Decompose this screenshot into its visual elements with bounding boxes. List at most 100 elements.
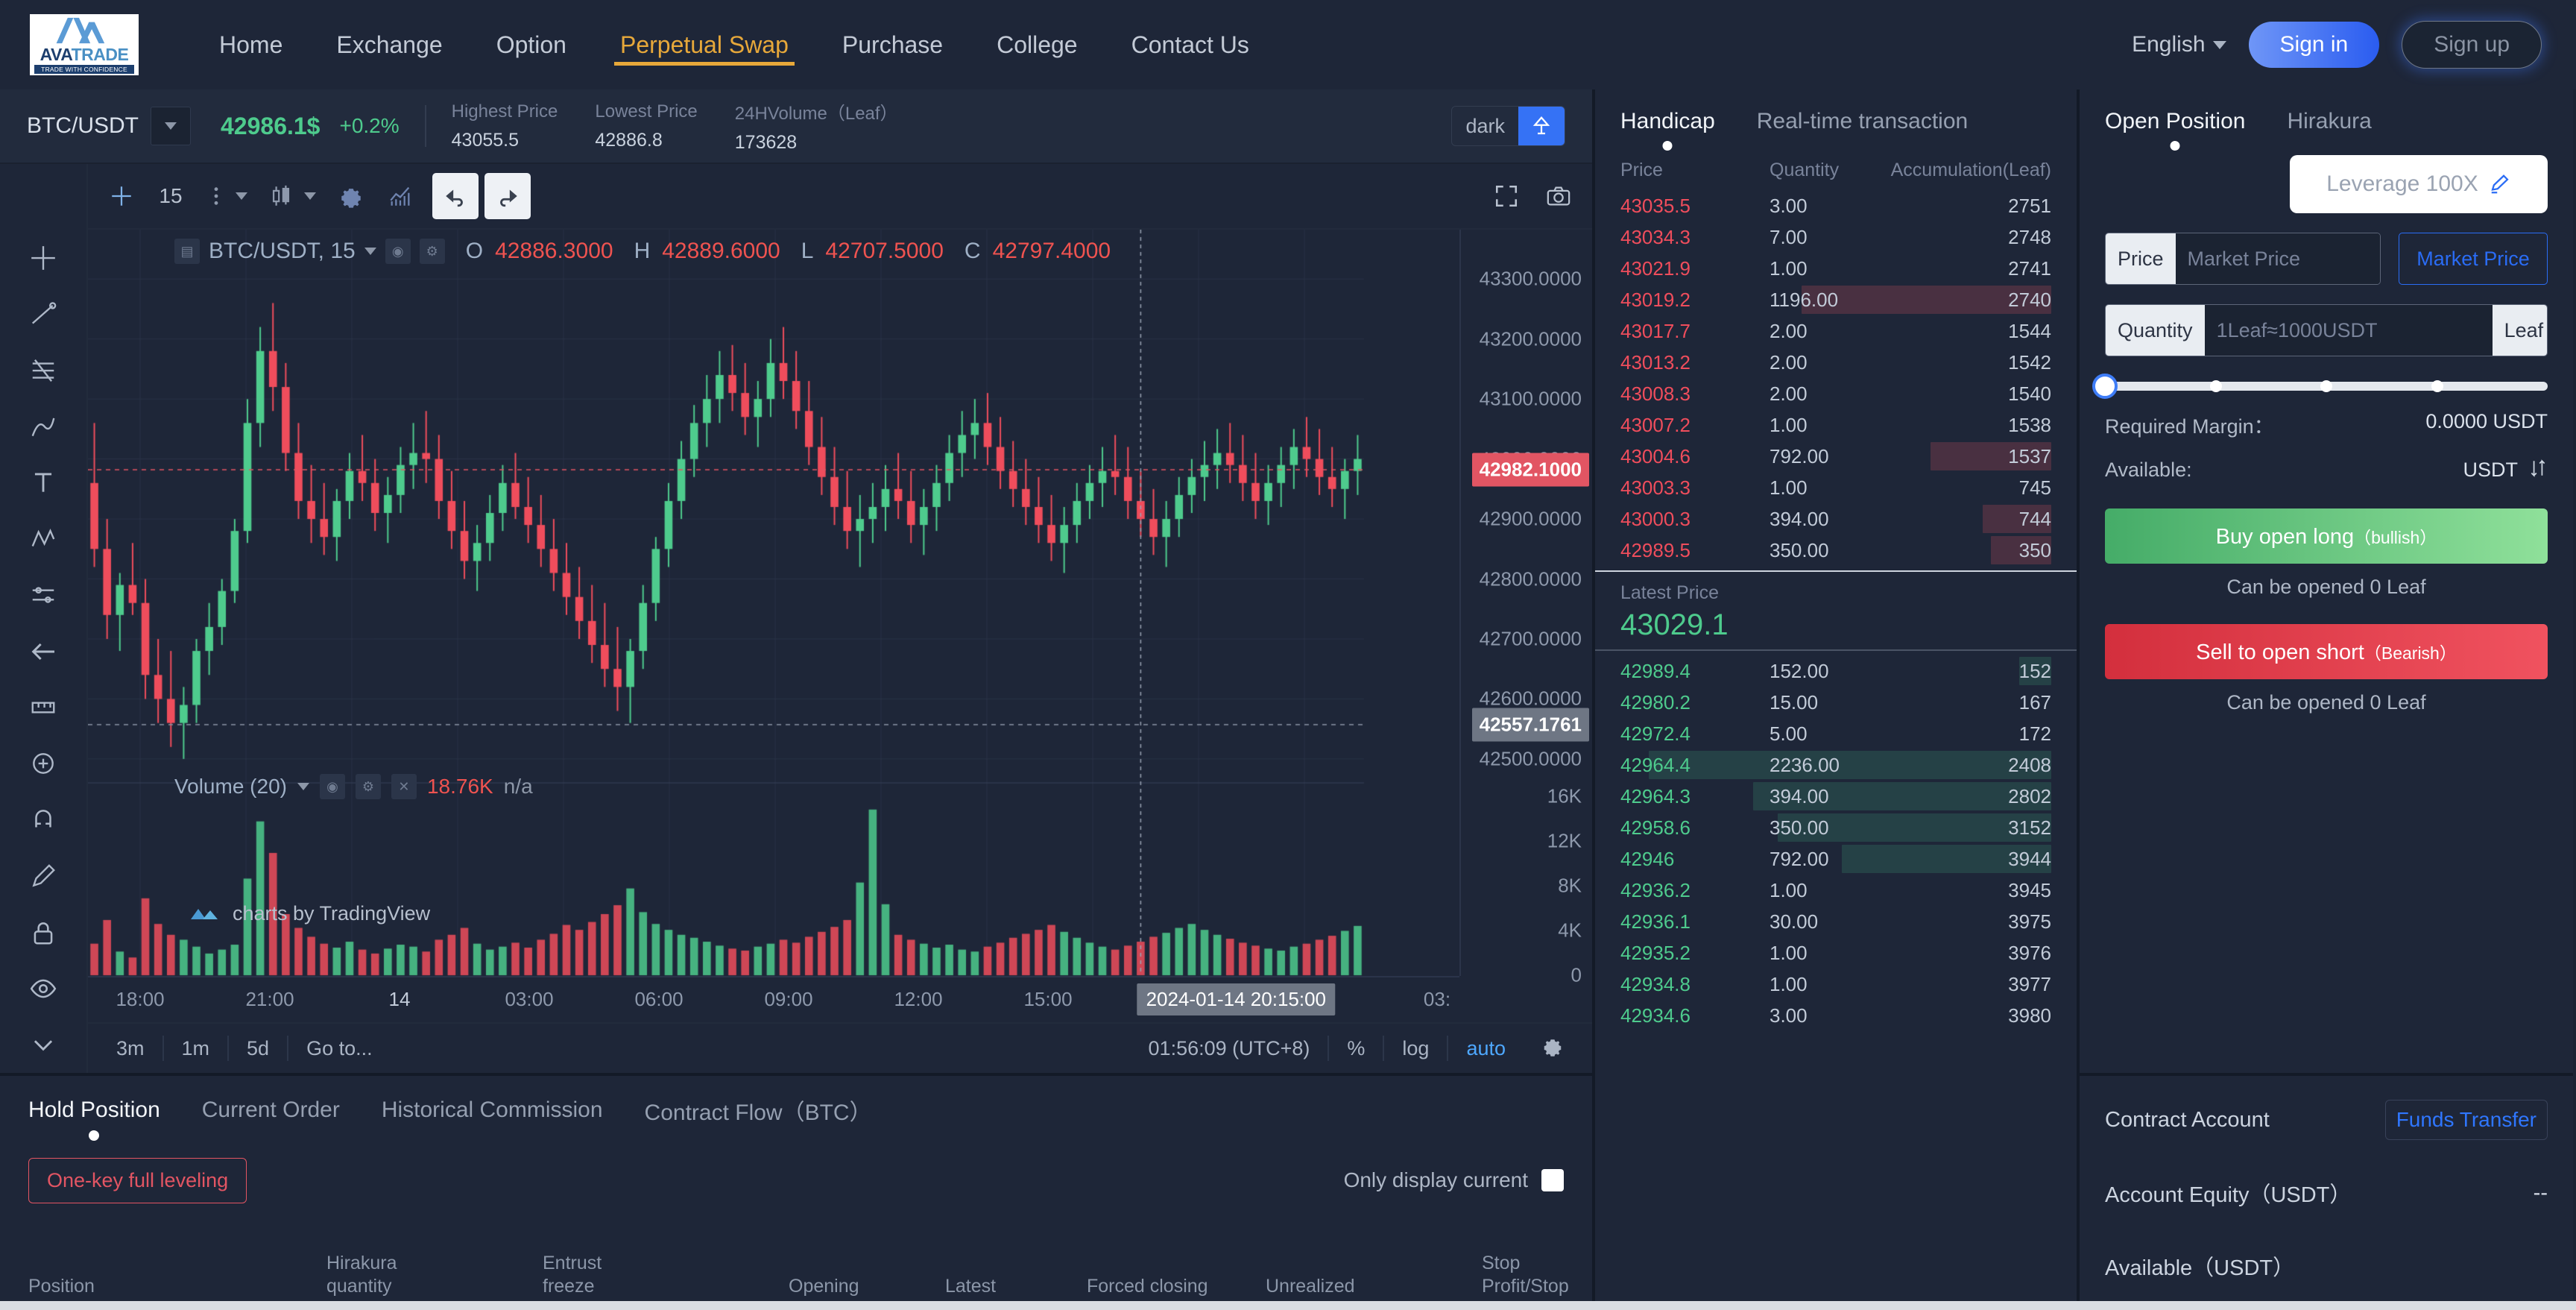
tab-open-position[interactable]: Open Position [2105,109,2245,134]
nav-item-college[interactable]: College [970,0,1105,89]
nav-item-home[interactable]: Home [192,0,309,89]
avatrade-logo[interactable]: AVATRADE TRADE WITH CONFIDENCE [30,14,139,75]
orderbook-row[interactable]: 43019.21196.002740 [1595,284,2077,315]
sign-in-button[interactable]: Sign in [2249,22,2380,68]
auto-scale-button[interactable]: auto [1448,1037,1524,1060]
symbol-dropdown-button[interactable] [151,107,191,145]
nav-item-contact-us[interactable]: Contact Us [1105,0,1276,89]
nav-item-perpetual-swap[interactable]: Perpetual Swap [593,0,815,89]
legend-collapse-icon[interactable]: ▤ [174,239,200,264]
orderbook-row[interactable]: 42935.21.003976 [1595,937,2077,969]
orderbook-row[interactable]: 42972.45.00172 [1595,718,2077,749]
time-axis[interactable]: 18:0021:001403:0006:0009:0012:0015:0018:… [88,976,1459,1022]
candlestick-icon[interactable] [259,173,325,219]
sell-open-short-button[interactable]: Sell to open short（Bearish） [2105,624,2548,679]
slider-tick-25[interactable] [2210,380,2222,392]
orderbook-row[interactable]: 43008.32.001540 [1595,378,2077,409]
volume-settings-icon[interactable]: ⚙ [356,774,381,799]
tab-historical-commission[interactable]: Historical Commission [382,1098,603,1123]
tab-hold-position[interactable]: Hold Position [28,1098,160,1123]
chevron-down-icon[interactable] [297,783,309,790]
slider-tick-50[interactable] [2320,380,2332,392]
fib-icon[interactable] [0,342,87,398]
tab-current-order[interactable]: Current Order [202,1098,340,1123]
only-display-current-checkbox[interactable] [1541,1169,1564,1191]
range-1m[interactable]: 1m [164,1037,228,1060]
orderbook-row[interactable]: 42989.4152.00152 [1595,655,2077,687]
orderbook-row[interactable]: 42934.63.003980 [1595,1000,2077,1031]
range-5d[interactable]: 5d [229,1037,287,1060]
price-input[interactable] [2176,233,2381,284]
slider-knob[interactable] [2092,374,2118,399]
legend-settings-icon[interactable]: ⚙ [420,239,445,264]
orderbook-row[interactable]: 43017.72.001544 [1595,315,2077,347]
orderbook-row[interactable]: 43004.6792.001537 [1595,441,2077,472]
swap-icon[interactable] [2528,459,2548,483]
one-key-full-leveling-button[interactable]: One-key full leveling [28,1158,247,1203]
orderbook-row[interactable]: 42936.21.003945 [1595,875,2077,906]
legend-visibility-icon[interactable]: ◉ [385,239,411,264]
camera-icon[interactable] [1535,173,1582,219]
zoom-icon[interactable] [0,736,87,792]
gear-icon[interactable] [1524,1035,1582,1062]
buy-open-long-button[interactable]: Buy open long（bullish） [2105,508,2548,564]
leverage-button[interactable]: Leverage 100X [2290,155,2548,213]
nav-item-exchange[interactable]: Exchange [309,0,469,89]
gear-icon[interactable] [328,173,374,219]
trendline-icon[interactable] [0,286,87,341]
slider-track[interactable] [2105,382,2548,391]
orderbook-row[interactable]: 43021.91.002741 [1595,253,2077,284]
pencil-icon[interactable] [0,848,87,904]
tab-realtime-transaction[interactable]: Real-time transaction [1757,109,1968,134]
eye-icon[interactable] [0,960,87,1016]
orderbook-row[interactable]: 43034.37.002748 [1595,221,2077,253]
orderbook-row[interactable]: 42934.81.003977 [1595,969,2077,1000]
nav-item-option[interactable]: Option [470,0,593,89]
indicators-icon[interactable] [377,173,423,219]
quantity-input-group[interactable]: Quantity Leaf [2105,304,2548,356]
tab-contract-flow[interactable]: Contract Flow（BTC） [645,1094,872,1127]
orderbook-row[interactable]: 43035.53.002751 [1595,190,2077,221]
volume-visibility-icon[interactable]: ◉ [320,774,345,799]
measure-icon[interactable] [0,679,87,735]
nav-item-purchase[interactable]: Purchase [815,0,970,89]
orderbook-row[interactable]: 42946792.003944 [1595,843,2077,875]
tab-handicap[interactable]: Handicap [1620,109,1715,134]
orderbook-row[interactable]: 42936.130.003975 [1595,906,2077,937]
percent-scale-button[interactable]: % [1329,1037,1383,1060]
magnet-icon[interactable] [0,792,87,848]
volume-close-icon[interactable]: ✕ [391,774,417,799]
orderbook-row[interactable]: 42964.3394.002802 [1595,781,2077,812]
sign-up-button[interactable]: Sign up [2402,21,2542,69]
lock-icon[interactable] [0,904,87,960]
market-price-button[interactable]: Market Price [2399,233,2548,285]
theme-toggle[interactable]: dark [1451,106,1565,146]
orderbook-row[interactable]: 42958.6350.003152 [1595,812,2077,843]
forecast-icon[interactable] [0,567,87,623]
lamp-icon[interactable] [1518,106,1565,146]
interval-selector[interactable]: 15 [148,173,194,219]
price-axis[interactable]: 43300.000043200.000043100.000043000.0000… [1459,230,1592,976]
slider-tick-75[interactable] [2431,380,2443,392]
brush-icon[interactable] [0,398,87,454]
crosshair-tool-icon[interactable] [0,230,87,286]
orderbook-row[interactable]: 43007.21.001538 [1595,409,2077,441]
range-3m[interactable]: 3m [98,1037,162,1060]
amount-slider[interactable] [2080,356,2573,391]
chevron-down-icon[interactable] [0,1017,87,1073]
language-selector[interactable]: English [2132,32,2226,57]
chevron-down-icon[interactable] [364,248,376,255]
log-scale-button[interactable]: log [1384,1037,1447,1060]
go-to-button[interactable]: Go to... [288,1037,391,1060]
funds-transfer-button[interactable]: Funds Transfer [2385,1100,2548,1140]
text-icon[interactable] [0,455,87,511]
tab-hirakura[interactable]: Hirakura [2287,109,2371,134]
orderbook-row[interactable]: 42964.42236.002408 [1595,749,2077,781]
orderbook-row[interactable]: 42980.215.00167 [1595,687,2077,718]
candlestick-canvas[interactable] [88,230,1497,983]
quantity-input[interactable] [2205,305,2493,356]
arrow-icon[interactable] [0,623,87,679]
redo-icon[interactable] [484,173,531,219]
undo-icon[interactable] [432,173,479,219]
price-input-group[interactable]: Price [2105,233,2381,285]
